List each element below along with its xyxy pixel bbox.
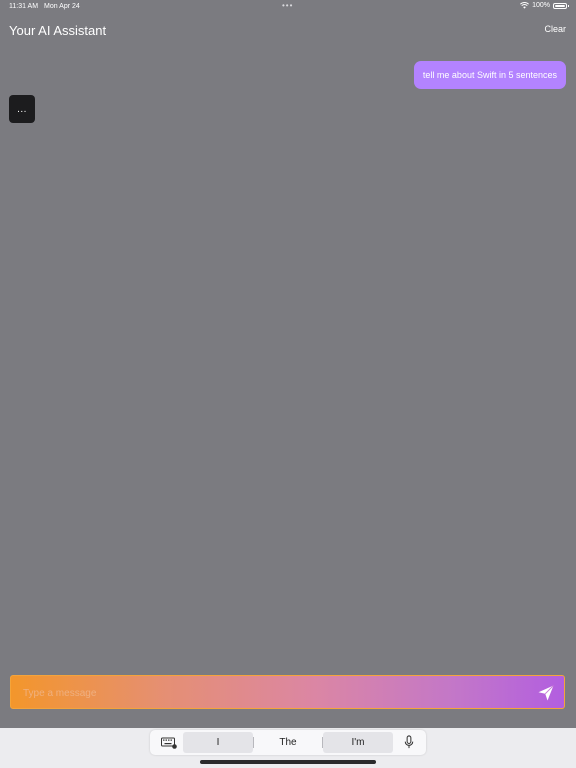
suggestion-i[interactable]: I: [183, 732, 253, 753]
mic-icon[interactable]: [403, 735, 415, 750]
suggestion-im[interactable]: I'm: [323, 732, 393, 753]
battery-icon: [553, 2, 569, 9]
message-input-bar: [10, 675, 565, 710]
status-date: Mon Apr 24: [44, 3, 80, 10]
user-message-bubble: tell me about Swift in 5 sentences: [413, 61, 566, 89]
status-right: 100%: [520, 2, 569, 9]
suggestion-the[interactable]: The: [254, 732, 322, 753]
multitasking-dots-icon[interactable]: •••: [282, 1, 293, 10]
battery-percent: 100%: [532, 2, 550, 9]
assistant-typing-bubble: ...: [9, 95, 35, 123]
header: Your AI Assistant Clear: [0, 18, 576, 44]
home-indicator[interactable]: [200, 760, 376, 764]
status-bar: 11:31 AM Mon Apr 24 ••• 100%: [0, 0, 576, 14]
status-time: 11:31 AM: [9, 3, 39, 10]
message-input[interactable]: [21, 676, 525, 710]
clear-button[interactable]: Clear: [544, 24, 566, 34]
wifi-icon: [520, 2, 530, 9]
keyboard-icon[interactable]: [161, 737, 177, 749]
page-title: Your AI Assistant: [9, 23, 107, 38]
send-icon[interactable]: [537, 684, 555, 702]
